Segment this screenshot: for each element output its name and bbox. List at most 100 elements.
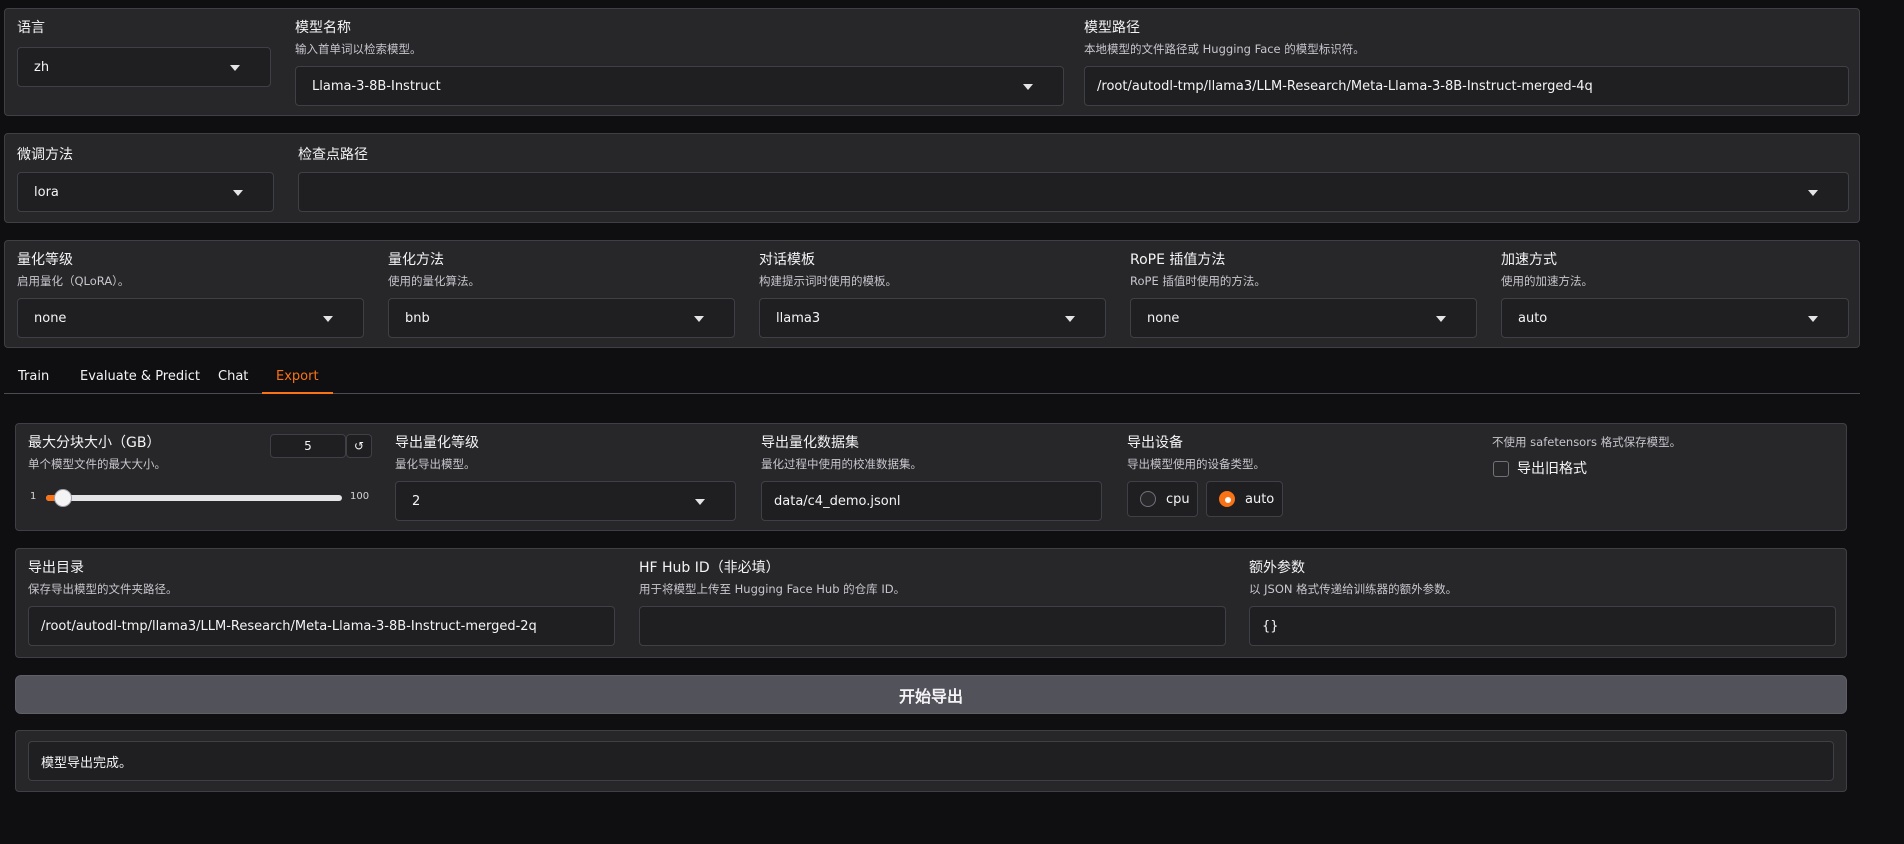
checkpoint-field: 检查点路径 <box>298 146 368 164</box>
export-output-box: 模型导出完成。 <box>28 741 1834 781</box>
export-legacy-label[interactable]: 导出旧格式 <box>1517 460 1587 478</box>
export-size-info: 单个模型文件的最大大小。 <box>28 457 166 471</box>
model-name-value: Llama-3-8B-Instruct <box>312 78 441 94</box>
export-device-option-auto[interactable]: auto <box>1206 481 1283 517</box>
tab-train[interactable]: Train <box>4 364 63 394</box>
finetune-method-label: 微调方法 <box>17 147 73 163</box>
rope-field: RoPE 插值方法 RoPE 插值时使用的方法。 <box>1130 251 1266 289</box>
export-hub-info: 用于将模型上传至 Hugging Face Hub 的仓库 ID。 <box>639 582 906 596</box>
radio-unchecked-icon <box>1140 491 1156 507</box>
export-size-number-input[interactable]: 5 <box>270 434 346 458</box>
export-quant-dataset-field: 导出量化数据集 量化过程中使用的校准数据集。 <box>761 434 922 472</box>
finetune-method-value: lora <box>34 184 59 200</box>
chevron-down-icon <box>230 65 240 71</box>
template-info: 构建提示词时使用的模板。 <box>759 274 897 288</box>
model-path-label: 模型路径 <box>1084 20 1140 36</box>
rope-label: RoPE 插值方法 <box>1130 252 1226 268</box>
quant-bit-label: 量化等级 <box>17 252 73 268</box>
booster-label: 加速方式 <box>1501 252 1557 268</box>
tab-evaluate-predict[interactable]: Evaluate & Predict <box>66 364 214 394</box>
booster-info: 使用的加速方法。 <box>1501 274 1593 288</box>
export-dir-field: 导出目录 保存导出模型的文件夹路径。 <box>28 559 178 597</box>
export-size-field: 最大分块大小（GB） 单个模型文件的最大大小。 <box>28 434 166 472</box>
model-path-value: /root/autodl-tmp/llama3/LLM-Research/Met… <box>1097 78 1593 94</box>
export-quant-bit-info: 量化导出模型。 <box>395 457 476 471</box>
rope-select[interactable]: none <box>1130 298 1477 338</box>
reset-icon-glyph: ↺ <box>353 439 365 453</box>
checkpoint-label: 检查点路径 <box>298 147 368 163</box>
export-output-text: 模型导出完成。 <box>41 755 133 771</box>
template-select[interactable]: llama3 <box>759 298 1106 338</box>
booster-select[interactable]: auto <box>1501 298 1849 338</box>
export-target-panel: 导出目录 保存导出模型的文件夹路径。 /root/autodl-tmp/llam… <box>15 548 1847 658</box>
export-size-slider-thumb[interactable] <box>54 489 72 507</box>
model-path-input[interactable]: /root/autodl-tmp/llama3/LLM-Research/Met… <box>1084 66 1849 106</box>
reset-icon[interactable]: ↺ <box>346 434 372 458</box>
tab-bar: Train Evaluate & Predict Chat Export <box>4 364 1860 394</box>
export-device-auto-label: auto <box>1245 491 1275 507</box>
quant-bit-info: 启用量化（QLoRA）。 <box>17 274 130 288</box>
export-quant-dataset-value: data/c4_demo.jsonl <box>774 493 901 509</box>
tab-chat[interactable]: Chat <box>204 364 262 394</box>
model-settings-panel: 语言 zh 模型名称 输入首单词以检索模型。 Llama-3-8B-Instru… <box>4 8 1860 116</box>
quant-bit-value: none <box>34 310 67 326</box>
tab-export[interactable]: Export <box>262 364 333 394</box>
start-export-button[interactable]: 开始导出 <box>15 675 1847 714</box>
quant-bit-select[interactable]: none <box>17 298 364 338</box>
export-dir-input[interactable]: /root/autodl-tmp/llama3/LLM-Research/Met… <box>28 606 615 646</box>
export-hub-input[interactable] <box>639 606 1226 646</box>
chevron-down-icon <box>1436 316 1446 322</box>
export-legacy-info: 不使用 safetensors 格式保存模型。 <box>1492 435 1682 449</box>
model-name-field: 模型名称 输入首单词以检索模型。 <box>295 19 422 57</box>
chevron-down-icon <box>323 316 333 322</box>
language-select[interactable]: zh <box>17 47 271 87</box>
export-device-cpu-label: cpu <box>1166 491 1190 507</box>
checkpoint-select[interactable] <box>298 172 1849 212</box>
export-dir-value: /root/autodl-tmp/llama3/LLM-Research/Met… <box>41 618 537 634</box>
quant-method-value: bnb <box>405 310 430 326</box>
export-legacy-checkbox[interactable] <box>1493 461 1509 477</box>
booster-field: 加速方式 使用的加速方法。 <box>1501 251 1593 289</box>
radio-checked-icon <box>1219 491 1235 507</box>
export-device-option-cpu[interactable]: cpu <box>1127 481 1198 517</box>
extra-args-info: 以 JSON 格式传递给训练器的额外参数。 <box>1249 582 1458 596</box>
slider-max-label: 100 <box>350 491 370 502</box>
llama-factory-page: 语言 zh 模型名称 输入首单词以检索模型。 Llama-3-8B-Instru… <box>0 0 1904 844</box>
chevron-down-icon <box>1808 190 1818 196</box>
slider-min-label: 1 <box>30 491 37 502</box>
export-quant-dataset-label: 导出量化数据集 <box>761 435 859 451</box>
export-size-value: 5 <box>304 439 312 453</box>
finetune-method-select[interactable]: lora <box>17 172 274 212</box>
export-device-info: 导出模型使用的设备类型。 <box>1127 457 1265 471</box>
finetune-panel: 微调方法 lora 检查点路径 <box>4 133 1860 223</box>
extra-args-input[interactable]: {} <box>1249 606 1836 646</box>
language-label: 语言 <box>17 20 45 36</box>
model-name-select[interactable]: Llama-3-8B-Instruct <box>295 66 1064 106</box>
rope-value: none <box>1147 310 1180 326</box>
chevron-down-icon <box>1065 316 1075 322</box>
export-quant-bit-label: 导出量化等级 <box>395 435 479 451</box>
quant-method-label: 量化方法 <box>388 252 444 268</box>
export-device-field: 导出设备 导出模型使用的设备类型。 <box>1127 434 1265 472</box>
booster-value: auto <box>1518 310 1548 326</box>
language-value: zh <box>34 59 50 75</box>
template-value: llama3 <box>776 310 821 326</box>
export-quant-dataset-input[interactable]: data/c4_demo.jsonl <box>761 481 1102 521</box>
export-size-slider-track[interactable] <box>46 495 342 501</box>
model-name-label: 模型名称 <box>295 20 351 36</box>
language-field: 语言 <box>17 19 45 37</box>
chevron-down-icon <box>1023 84 1033 90</box>
export-quant-bit-select[interactable]: 2 <box>395 481 736 521</box>
model-path-info: 本地模型的文件路径或 Hugging Face 的模型标识符。 <box>1084 42 1365 56</box>
export-hub-field: HF Hub ID（非必填） 用于将模型上传至 Hugging Face Hub… <box>639 559 905 597</box>
export-quant-bit-value: 2 <box>412 493 421 509</box>
export-device-label: 导出设备 <box>1127 435 1183 451</box>
quant-method-select[interactable]: bnb <box>388 298 735 338</box>
export-size-label: 最大分块大小（GB） <box>28 435 161 451</box>
advanced-panel: 量化等级 启用量化（QLoRA）。 none 量化方法 使用的量化算法。 bnb… <box>4 240 1860 348</box>
export-options-panel: 最大分块大小（GB） 单个模型文件的最大大小。 5 ↺ 1 100 导出量化等级… <box>15 423 1847 531</box>
quant-method-field: 量化方法 使用的量化算法。 <box>388 251 480 289</box>
export-quant-bit-field: 导出量化等级 量化导出模型。 <box>395 434 479 472</box>
model-name-info: 输入首单词以检索模型。 <box>295 42 422 56</box>
export-dir-label: 导出目录 <box>28 560 84 576</box>
